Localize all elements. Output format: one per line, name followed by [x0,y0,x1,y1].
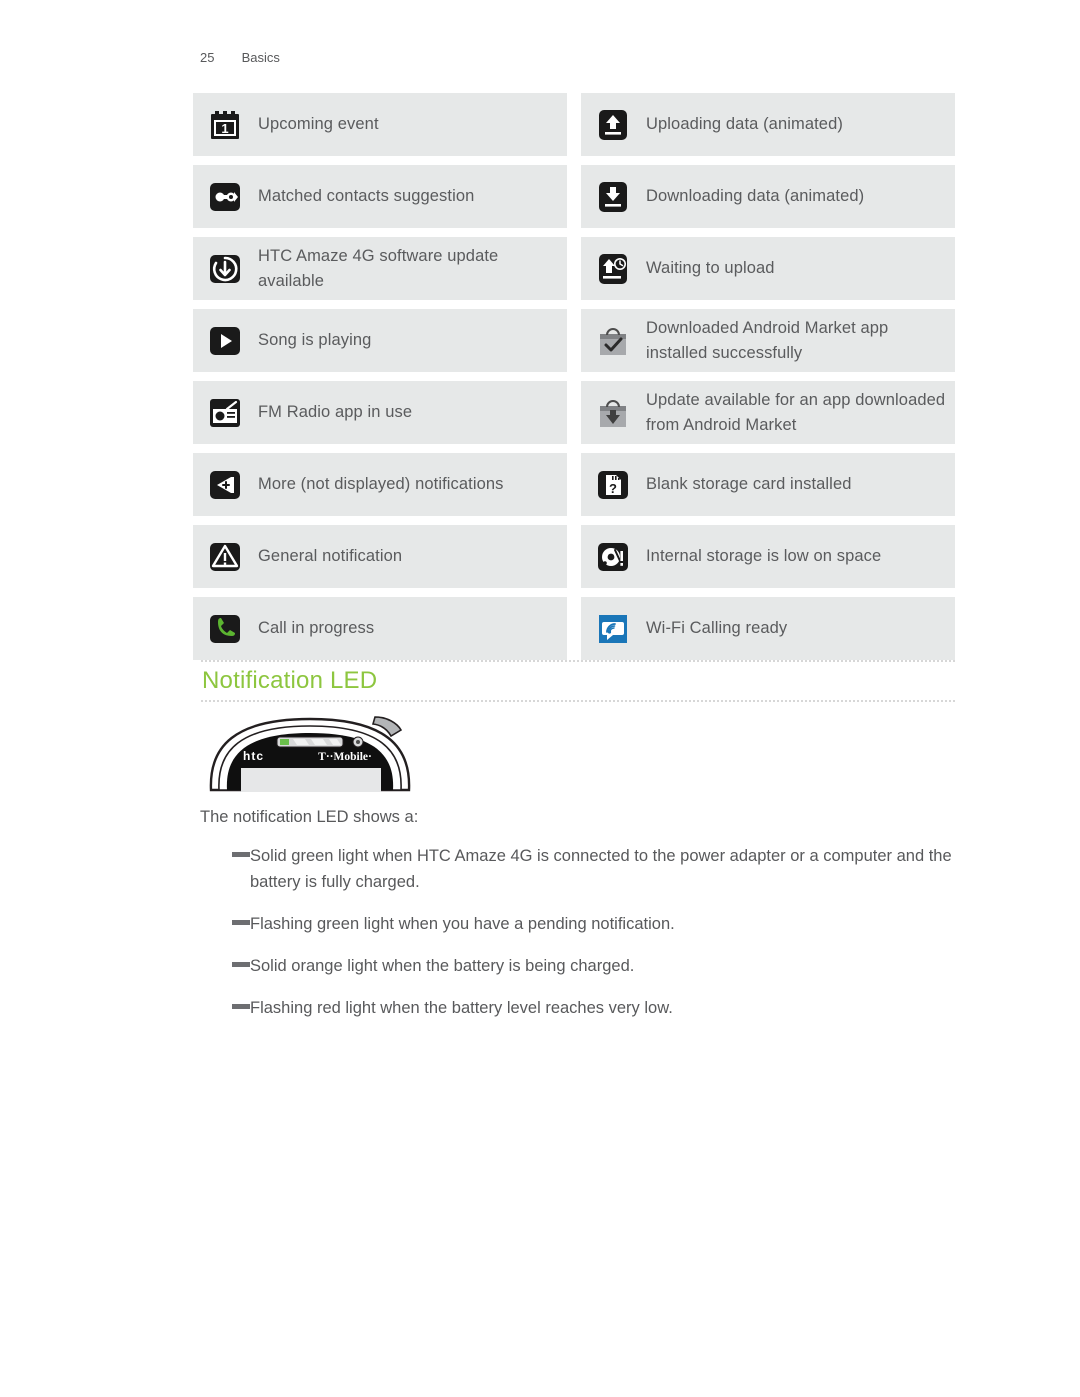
table-row: Call in progress [193,597,567,660]
upload-icon [595,107,631,143]
divider-bottom [200,700,955,702]
svg-text:T··Mobile·: T··Mobile· [318,751,372,763]
document-page: 25 Basics 1 Upcoming event Matched conta… [0,0,1080,1397]
list-item-text: Solid green light when HTC Amaze 4G is c… [250,847,952,892]
table-row: Downloading data (animated) [581,165,955,228]
icon-label: Waiting to upload [646,259,775,278]
icon-label: HTC Amaze 4G software update available [258,247,499,290]
icon-label: Call in progress [258,619,375,638]
icon-label: General notification [258,547,403,566]
call-in-progress-icon [207,611,243,647]
fm-radio-icon [207,395,243,431]
download-icon [595,179,631,215]
table-row: Wi-Fi Calling ready [581,597,955,660]
waiting-upload-icon [595,251,631,287]
section-heading-block: Notification LED [200,660,955,702]
bullet-square-icon [232,962,250,968]
icon-label: Downloading data (animated) [646,187,865,206]
table-row: HTC Amaze 4G software update available [193,237,567,300]
wifi-calling-icon [595,611,631,647]
market-update-icon [595,395,631,431]
internal-storage-low-icon [595,539,631,575]
more-notifications-icon [207,467,243,503]
list-item-text: Flashing green light when you have a pen… [250,915,675,934]
table-row: Matched contacts suggestion [193,165,567,228]
bullet-square-icon [232,920,250,926]
notification-icon-table: 1 Upcoming event Matched contacts sugges… [193,93,955,660]
section-name: Basics [241,50,280,65]
icon-label: Downloaded Android Market app installed … [646,319,889,362]
icon-label: Blank storage card installed [646,475,852,494]
led-behavior-list: Solid green light when HTC Amaze 4G is c… [232,843,972,1037]
page-title: Notification LED [202,667,378,694]
icon-column-right: Uploading data (animated) Downloading da… [581,93,955,660]
table-row: More (not displayed) notifications [193,453,567,516]
table-row: General notification [193,525,567,588]
page-number: 25 [200,50,215,65]
music-play-icon [207,323,243,359]
bullet-square-icon [232,1004,250,1010]
page-header: 25 Basics [200,50,280,65]
icon-label: More (not displayed) notifications [258,475,504,494]
lead-paragraph: The notification LED shows a: [200,808,419,826]
list-item-text: Solid orange light when the battery is b… [250,957,635,976]
table-row: 1 Upcoming event [193,93,567,156]
table-row: Waiting to upload [581,237,955,300]
bullet-square-icon [232,852,250,857]
icon-label: Internal storage is low on space [646,547,882,566]
icon-label: Upcoming event [258,115,379,134]
icon-label: Matched contacts suggestion [258,187,475,206]
phone-illustration: htc T··Mobile· [205,712,415,797]
icon-label: Update available for an app downloaded f… [646,391,946,434]
icon-label: Uploading data (animated) [646,115,843,134]
svg-text:1: 1 [221,121,228,136]
general-notification-icon [207,539,243,575]
list-item: Solid orange light when the battery is b… [232,953,972,979]
table-row: Internal storage is low on space [581,525,955,588]
matched-contacts-icon [207,179,243,215]
table-row: Downloaded Android Market app installed … [581,309,955,372]
icon-label: Song is playing [258,331,372,350]
market-installed-icon [595,323,631,359]
svg-text:?: ? [609,481,617,496]
list-item: Flashing green light when you have a pen… [232,911,972,937]
icon-column-left: 1 Upcoming event Matched contacts sugges… [193,93,567,660]
blank-storage-card-icon: ? [595,467,631,503]
table-row: ? Blank storage card installed [581,453,955,516]
table-row: FM Radio app in use [193,381,567,444]
calendar-event-icon: 1 [207,107,243,143]
icon-label: Wi-Fi Calling ready [646,619,788,638]
icon-label: FM Radio app in use [258,403,413,422]
list-item-text: Flashing red light when the battery leve… [250,999,673,1018]
table-row: Uploading data (animated) [581,93,955,156]
table-row: Song is playing [193,309,567,372]
svg-text:htc: htc [243,749,264,763]
table-row: Update available for an app downloaded f… [581,381,955,444]
software-update-icon [207,251,243,287]
list-item: Flashing red light when the battery leve… [232,995,972,1021]
list-item: Solid green light when HTC Amaze 4G is c… [232,843,972,895]
